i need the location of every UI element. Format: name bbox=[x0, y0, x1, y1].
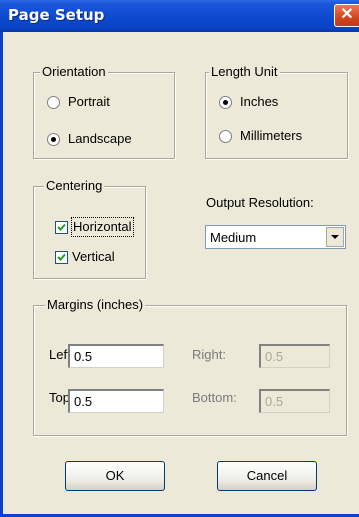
orientation-legend: Orientation bbox=[40, 64, 108, 80]
chevron-down-icon bbox=[331, 235, 339, 239]
output-resolution-select[interactable]: Medium bbox=[205, 225, 346, 249]
centering-group: Centering Horizontal Vertical bbox=[33, 178, 146, 279]
check-icon bbox=[57, 223, 66, 231]
horizontal-label: Horizontal bbox=[71, 217, 134, 237]
dropdown-button[interactable] bbox=[326, 227, 344, 247]
horizontal-checkbox[interactable] bbox=[55, 221, 68, 234]
right-margin-label: Right: bbox=[192, 347, 226, 362]
output-resolution-value: Medium bbox=[210, 230, 257, 245]
ok-button[interactable]: OK bbox=[65, 461, 165, 491]
orientation-group: Orientation Portrait Landscape bbox=[33, 64, 175, 159]
top-margin-input[interactable] bbox=[68, 389, 164, 413]
output-resolution-label: Output Resolution: bbox=[206, 195, 314, 210]
bottom-margin-input[interactable] bbox=[259, 389, 330, 413]
vertical-checkbox[interactable] bbox=[55, 251, 68, 264]
portrait-label: Portrait bbox=[68, 94, 110, 109]
bottom-margin-label: Bottom: bbox=[192, 390, 237, 405]
length-unit-legend: Length Unit bbox=[209, 64, 280, 80]
landscape-label: Landscape bbox=[68, 131, 132, 146]
close-button[interactable]: ✕ bbox=[334, 4, 359, 27]
length-unit-group: Length Unit Inches Millimeters bbox=[205, 64, 348, 159]
left-margin-input[interactable] bbox=[68, 344, 164, 368]
portrait-radio[interactable] bbox=[47, 96, 60, 109]
margins-legend: Margins (inches) bbox=[45, 297, 146, 313]
check-icon bbox=[57, 253, 66, 261]
landscape-radio[interactable] bbox=[47, 133, 60, 146]
right-margin-input[interactable] bbox=[259, 344, 330, 368]
vertical-label: Vertical bbox=[72, 249, 115, 264]
inches-radio[interactable] bbox=[219, 96, 232, 109]
window-title: Page Setup bbox=[8, 6, 105, 24]
title-bar[interactable]: Page Setup ✕ bbox=[0, 0, 359, 32]
millimeters-radio[interactable] bbox=[219, 130, 232, 143]
inches-label: Inches bbox=[240, 94, 279, 109]
window-frame-left bbox=[0, 32, 3, 517]
centering-legend: Centering bbox=[44, 178, 105, 194]
margins-group: Margins (inches) Left: Right: Top: Botto… bbox=[33, 297, 347, 436]
millimeters-label: Millimeters bbox=[240, 128, 303, 143]
close-icon: ✕ bbox=[340, 6, 354, 23]
cancel-button[interactable]: Cancel bbox=[217, 461, 317, 491]
